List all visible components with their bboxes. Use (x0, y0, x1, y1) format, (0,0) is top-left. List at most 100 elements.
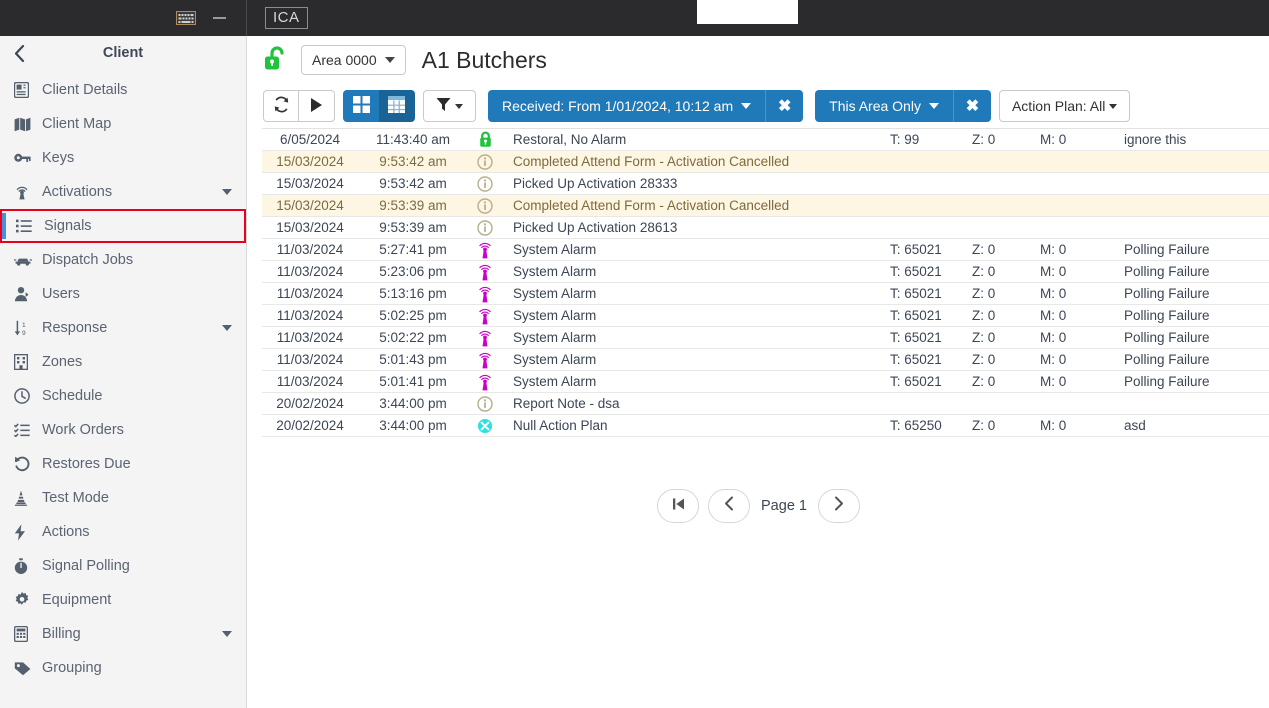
signal-type-icon-cell (468, 150, 502, 173)
signal-t-value: T: 65021 (880, 326, 968, 349)
signals-table-container: 6/05/2024 11:43:40 am Restoral, No Alarm T:… (262, 128, 1269, 437)
table-row[interactable]: 11/03/2024 5:01:41 pm System Alarm T: 65021… (262, 370, 1269, 393)
sidebar-item-keys[interactable]: Keys (0, 141, 246, 175)
signal-time: 5:01:41 pm (358, 370, 468, 393)
minimize-icon[interactable] (210, 9, 228, 27)
signal-t-value (880, 194, 968, 217)
sidebar-item-client-details[interactable]: Client Details (0, 73, 246, 107)
first-page-button[interactable] (657, 489, 700, 523)
table-row[interactable]: 11/03/2024 5:01:43 pm System Alarm T: 65021… (262, 348, 1269, 371)
action-plan-filter-button[interactable]: Action Plan: All (998, 90, 1131, 122)
sidebar-item-zones[interactable]: Zones (0, 345, 246, 379)
table-row[interactable]: 11/03/2024 5:23:06 pm System Alarm T: 65021… (262, 260, 1269, 283)
sidebar-item-label: Response (42, 320, 108, 336)
sidebar-item-client-map[interactable]: Client Map (0, 107, 246, 141)
sidebar-item-activations[interactable]: Activations (0, 175, 246, 209)
play-button[interactable] (299, 90, 335, 122)
signal-t-value (880, 216, 968, 239)
signal-description: Picked Up Activation 28333 (502, 172, 880, 195)
sidebar-item-label: Schedule (42, 388, 103, 404)
table-row[interactable]: 15/03/2024 9:53:42 am Picked Up Activation… (262, 172, 1269, 195)
signal-date: 11/03/2024 (262, 326, 358, 349)
sidebar-item-signals[interactable]: Signals (0, 209, 246, 243)
table-row[interactable]: 11/03/2024 5:02:25 pm System Alarm T: 65021… (262, 304, 1269, 327)
signal-type-icon-cell (468, 326, 502, 349)
sidebar-item-schedule[interactable]: Schedule (0, 379, 246, 413)
action-plan-label: Action Plan: All (1011, 98, 1106, 114)
grid-view-icon (352, 96, 370, 116)
signal-type-icon-cell (468, 370, 502, 393)
previous-page-button[interactable] (708, 489, 751, 523)
sidebar-item-response[interactable]: 1 9 Response (0, 311, 246, 345)
signal-date: 11/03/2024 (262, 238, 358, 261)
info-circle-icon (468, 151, 502, 172)
signal-note (1116, 150, 1269, 173)
sidebar-item-grouping[interactable]: Grouping (0, 651, 246, 685)
antenna-icon (14, 184, 38, 200)
unlocked-padlock-icon[interactable] (263, 45, 289, 75)
area-filter-button[interactable]: This Area Only (815, 90, 953, 122)
signal-description: System Alarm (502, 348, 880, 371)
sidebar-item-users[interactable]: Users (0, 277, 246, 311)
table-row[interactable]: 15/03/2024 9:53:39 am Completed Attend For… (262, 194, 1269, 217)
table-row[interactable]: 15/03/2024 9:53:39 am Picked Up Activation… (262, 216, 1269, 239)
refresh-button[interactable] (263, 90, 299, 122)
signal-note (1116, 392, 1269, 415)
signal-note: Polling Failure (1116, 304, 1269, 327)
received-filter-clear-button[interactable]: ✖ (765, 90, 804, 122)
sidebar-item-dispatch-jobs[interactable]: Dispatch Jobs (0, 243, 246, 277)
table-row[interactable]: 20/02/2024 3:44:00 pm Null Action Plan T: 6… (262, 414, 1269, 437)
keyboard-icon[interactable] (176, 11, 196, 25)
signal-time: 5:13:16 pm (358, 282, 468, 305)
sidebar-item-equipment[interactable]: Equipment (0, 583, 246, 617)
next-page-button[interactable] (817, 489, 860, 523)
signal-note: Polling Failure (1116, 260, 1269, 283)
signal-type-icon-cell (468, 282, 502, 305)
sidebar-item-signal-polling[interactable]: Signal Polling (0, 549, 246, 583)
sidebar-item-work-orders[interactable]: Work Orders (0, 413, 246, 447)
table-row[interactable]: 11/03/2024 5:13:16 pm System Alarm T: 65021… (262, 282, 1269, 305)
sidebar-item-label: Signal Polling (42, 558, 130, 574)
area-select[interactable]: Area 0000 (301, 45, 406, 75)
received-filter-button[interactable]: Received: From 1/01/2024, 10:12 am (488, 90, 766, 122)
chevron-down-icon[interactable] (222, 189, 232, 195)
sidebar-header: Client (0, 36, 246, 70)
view-toggle-group (343, 90, 415, 122)
info-circle-icon (468, 217, 502, 238)
sidebar-item-actions[interactable]: Actions (0, 515, 246, 549)
signal-note (1116, 216, 1269, 239)
antenna-alarm-icon (468, 305, 502, 326)
sidebar-item-billing[interactable]: Billing (0, 617, 246, 651)
signal-time: 5:23:06 pm (358, 260, 468, 283)
action-button-group (263, 90, 335, 122)
chevron-left-icon[interactable] (6, 36, 32, 70)
table-view-button[interactable] (379, 90, 415, 122)
signal-z-value: Z: 0 (968, 282, 1036, 305)
signal-date: 11/03/2024 (262, 260, 358, 283)
sidebar-item-label: Zones (42, 354, 83, 370)
table-row[interactable]: 20/02/2024 3:44:00 pm Report Note - dsa (262, 392, 1269, 415)
filter-button[interactable] (423, 90, 476, 122)
table-row[interactable]: 11/03/2024 5:02:22 pm System Alarm T: 65021… (262, 326, 1269, 349)
table-row[interactable]: 15/03/2024 9:53:42 am Completed Attend For… (262, 150, 1269, 173)
title-bar: ICA (0, 0, 1269, 36)
grid-view-button[interactable] (343, 90, 379, 122)
signal-date: 20/02/2024 (262, 414, 358, 437)
chevron-down-icon[interactable] (222, 631, 232, 637)
table-row[interactable]: 11/03/2024 5:27:41 pm System Alarm T: 65021… (262, 238, 1269, 261)
chevron-down-icon[interactable] (222, 325, 232, 331)
calculator-icon (14, 626, 38, 642)
play-icon (309, 97, 324, 116)
signal-m-value (1036, 172, 1116, 195)
table-row[interactable]: 6/05/2024 11:43:40 am Restoral, No Alarm T:… (262, 129, 1269, 151)
sidebar-item-restores-due[interactable]: Restores Due (0, 447, 246, 481)
sidebar-item-test-mode[interactable]: Test Mode (0, 481, 246, 515)
sidebar-title: Client (102, 45, 144, 61)
signal-description: System Alarm (502, 370, 880, 393)
area-filter-clear-button[interactable]: ✖ (952, 90, 991, 122)
next-page-icon (832, 496, 845, 516)
signal-type-icon-cell (468, 216, 502, 239)
signal-z-value (968, 392, 1036, 415)
signal-time: 3:44:00 pm (358, 414, 468, 437)
contact-card-icon (14, 82, 38, 98)
